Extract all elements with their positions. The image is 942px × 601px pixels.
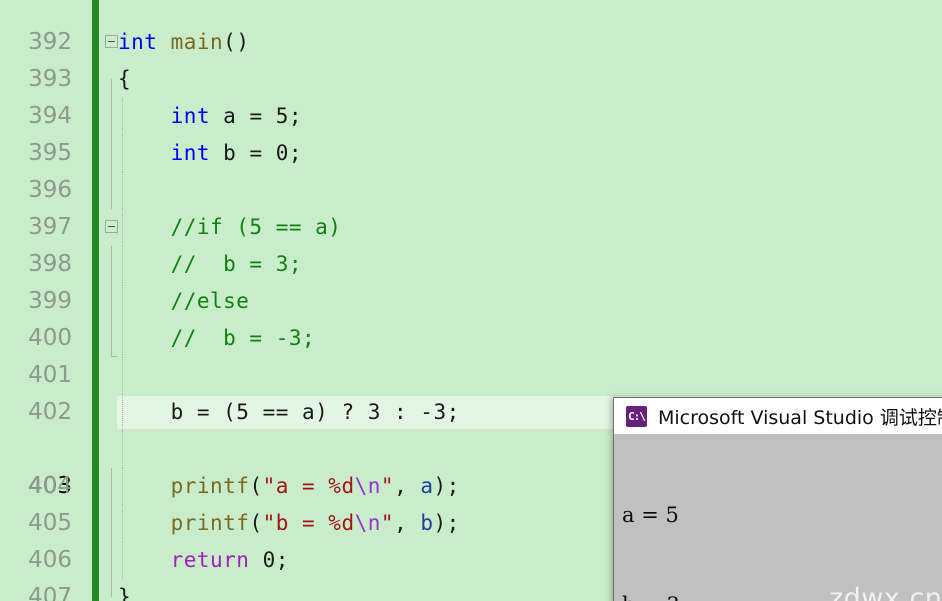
code-line-401[interactable]: 401 // b = -3;: [0, 320, 942, 388]
keyword-int: int: [170, 141, 211, 165]
console-output-line: b = 3: [622, 590, 942, 601]
outline-column: [103, 0, 121, 24]
code-line-392[interactable]: 392: [0, 0, 942, 55]
code-line-394[interactable]: 394 {: [0, 61, 942, 129]
code-text: int a = 5;: [118, 98, 302, 135]
collapse-box-icon[interactable]: [105, 35, 118, 48]
change-bar: [92, 431, 99, 468]
comment-text: // b = 3;: [170, 252, 303, 276]
outline-line: [111, 505, 112, 542]
change-bar: [92, 505, 99, 542]
variable-a: a: [420, 474, 434, 498]
change-bar: [92, 320, 99, 357]
string-literal: "b = %d: [262, 511, 355, 535]
parens: (): [223, 30, 250, 54]
code-line-395[interactable]: 395 int a = 5;: [0, 98, 942, 166]
string-literal: "a = %d: [262, 474, 355, 498]
outline-line: [111, 246, 112, 283]
function-printf: printf: [170, 474, 250, 498]
code-text: }: [118, 579, 131, 601]
code-text: //if (5 == a): [118, 209, 341, 246]
keyword-return: return: [170, 548, 250, 572]
code-text: // b = 3;: [118, 246, 302, 283]
change-bar: [92, 135, 99, 172]
change-bar: [92, 98, 99, 135]
code-line-400[interactable]: 400 //else: [0, 283, 942, 351]
change-bar: [92, 172, 99, 209]
code-text: int main(): [118, 24, 249, 61]
escape-sequence: \n: [354, 511, 381, 535]
code-line-396[interactable]: 396 int b = 0;: [0, 135, 942, 203]
code-line-398[interactable]: 398 //if (5 == a): [0, 209, 942, 277]
comment-text: // b = -3;: [170, 326, 316, 350]
declaration-rest: a = 5;: [210, 104, 303, 128]
change-bar: [92, 209, 99, 246]
declaration-rest: b = 0;: [210, 141, 303, 165]
function-printf: printf: [170, 511, 250, 535]
code-text: //else: [118, 283, 249, 320]
change-bar: [92, 542, 99, 579]
change-bar: [92, 246, 99, 283]
vs-code-editor-screenshot: 392 393 int main() 394 {395 int a = 5; …: [0, 0, 942, 601]
console-title-text: Microsoft Visual Studio 调试控制台: [658, 406, 942, 429]
console-output-area[interactable]: a = 5 b = 3 D:\code\c-language-lea 按任意键关…: [614, 434, 942, 601]
code-text: {: [118, 61, 131, 98]
console-output-line: a = 5: [622, 503, 679, 527]
code-line-397[interactable]: 397: [0, 172, 942, 240]
outline-line: [111, 172, 112, 209]
function-name-main: main: [170, 30, 224, 54]
code-text: printf("b = %d\n", b);: [170, 511, 460, 535]
keyword-int: int: [170, 104, 211, 128]
code-text: printf("a = %d\n", a);: [170, 474, 460, 498]
outline-line: [111, 79, 112, 98]
console-title-bar[interactable]: C:\ Microsoft Visual Studio 调试控制台: [614, 398, 942, 434]
code-text: // b = -3;: [118, 320, 315, 357]
indent-guide: [122, 357, 123, 394]
indent-guide: [122, 394, 123, 431]
outline-line: [111, 468, 112, 505]
return-value: 0;: [249, 548, 289, 572]
code-line-402[interactable]: 402: [0, 357, 942, 425]
outline-column: [103, 431, 121, 468]
open-brace: {: [118, 67, 132, 91]
code-line-393[interactable]: 393 int main(): [0, 24, 942, 92]
outline-column: [103, 172, 121, 209]
command-prompt-icon: C:\: [626, 405, 647, 427]
collapse-box-icon[interactable]: [105, 220, 118, 233]
code-text: return 0;: [118, 542, 289, 579]
change-bar: [92, 24, 99, 61]
indent-guide: [122, 431, 123, 468]
escape-sequence: \n: [354, 474, 381, 498]
variable-b: b: [420, 511, 434, 535]
outline-line: [111, 320, 118, 357]
outline-line: [111, 283, 112, 320]
change-bar: [92, 61, 99, 98]
change-bar: [92, 579, 99, 601]
change-bar: [92, 394, 99, 431]
indent-guide: [122, 172, 123, 209]
comment-text: //else: [170, 289, 250, 313]
outline-line: [111, 98, 112, 135]
outline-line: [111, 579, 112, 597]
change-bar: [92, 468, 99, 505]
change-bar: [92, 283, 99, 320]
code-line-399[interactable]: 399 // b = 3;: [0, 246, 942, 314]
outline-line: [111, 542, 112, 579]
close-brace: }: [118, 585, 132, 601]
code-text: b = (5 == a) ? 3 : -3;: [118, 394, 460, 431]
change-bar: [92, 357, 99, 394]
keyword-int: int: [118, 30, 158, 54]
ternary-statement: b = (5 == a) ? 3 : -3;: [170, 400, 460, 424]
outline-line: [111, 135, 112, 172]
code-text: int b = 0;: [118, 135, 302, 172]
change-bar: [92, 0, 99, 24]
outline-column: [103, 357, 121, 394]
comment-text: //if (5 == a): [170, 215, 342, 239]
debug-console-window[interactable]: C:\ Microsoft Visual Studio 调试控制台 a = 5 …: [613, 397, 942, 601]
